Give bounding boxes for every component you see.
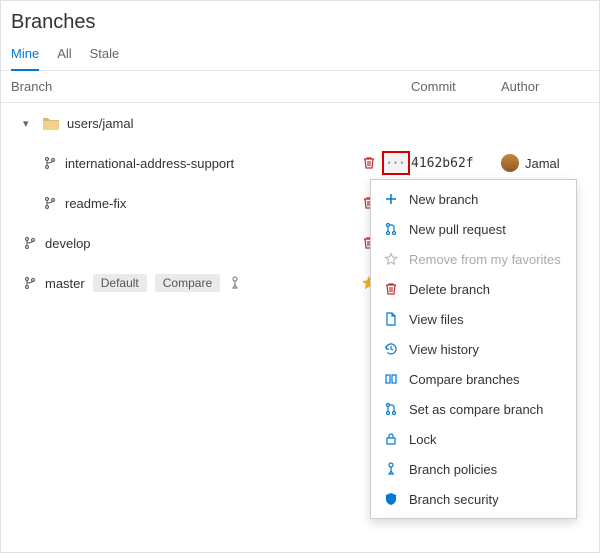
menu-label: Compare branches bbox=[409, 372, 520, 387]
more-actions-button[interactable]: ··· bbox=[382, 151, 410, 175]
tab-stale[interactable]: Stale bbox=[90, 40, 120, 70]
menu-label: Branch security bbox=[409, 492, 499, 507]
policy-icon bbox=[228, 276, 242, 290]
menu-new-pull-request[interactable]: New pull request bbox=[371, 214, 576, 244]
folder-icon bbox=[43, 116, 59, 130]
menu-label: Delete branch bbox=[409, 282, 490, 297]
header-author: Author bbox=[501, 79, 589, 94]
menu-branch-policies[interactable]: Branch policies bbox=[371, 454, 576, 484]
header-commit: Commit bbox=[411, 79, 501, 94]
shield-icon bbox=[383, 491, 399, 507]
menu-remove-favorite: Remove from my favorites bbox=[371, 244, 576, 274]
author-name: Jamal bbox=[525, 156, 560, 171]
lock-icon bbox=[383, 431, 399, 447]
tabs-bar: Mine All Stale bbox=[1, 40, 599, 71]
menu-branch-security[interactable]: Branch security bbox=[371, 484, 576, 514]
menu-new-branch[interactable]: New branch bbox=[371, 184, 576, 214]
folder-row[interactable]: ▾ users/jamal bbox=[1, 103, 599, 143]
branch-name: readme-fix bbox=[65, 196, 126, 211]
folder-name: users/jamal bbox=[67, 116, 133, 131]
default-badge: Default bbox=[93, 274, 147, 292]
menu-label: New pull request bbox=[409, 222, 506, 237]
menu-label: New branch bbox=[409, 192, 478, 207]
header-branch: Branch bbox=[11, 79, 356, 94]
policy-icon bbox=[383, 461, 399, 477]
star-outline-icon bbox=[383, 251, 399, 267]
compare-badge: Compare bbox=[155, 274, 220, 292]
branch-icon bbox=[23, 236, 37, 250]
menu-set-compare[interactable]: Set as compare branch bbox=[371, 394, 576, 424]
table-header: Branch Commit Author bbox=[1, 71, 599, 103]
trash-icon bbox=[383, 281, 399, 297]
branch-row-intl[interactable]: international-address-support ··· 4162b6… bbox=[1, 143, 599, 183]
file-icon bbox=[383, 311, 399, 327]
menu-label: View files bbox=[409, 312, 464, 327]
commit-hash[interactable]: 4162b62f bbox=[411, 156, 501, 171]
branch-icon bbox=[43, 156, 57, 170]
menu-label: Set as compare branch bbox=[409, 402, 543, 417]
branch-icon bbox=[23, 276, 37, 290]
menu-delete-branch[interactable]: Delete branch bbox=[371, 274, 576, 304]
branch-name: international-address-support bbox=[65, 156, 234, 171]
pull-request-icon bbox=[383, 221, 399, 237]
delete-icon[interactable] bbox=[362, 156, 376, 170]
compare-icon bbox=[383, 371, 399, 387]
branch-icon bbox=[43, 196, 57, 210]
tab-all[interactable]: All bbox=[57, 40, 71, 70]
menu-label: Lock bbox=[409, 432, 436, 447]
menu-label: Branch policies bbox=[409, 462, 497, 477]
avatar bbox=[501, 154, 519, 172]
history-icon bbox=[383, 341, 399, 357]
chevron-down-icon: ▾ bbox=[23, 117, 35, 130]
branch-name: master bbox=[45, 276, 85, 291]
set-compare-icon bbox=[383, 401, 399, 417]
tab-mine[interactable]: Mine bbox=[11, 40, 39, 71]
menu-label: Remove from my favorites bbox=[409, 252, 561, 267]
menu-label: View history bbox=[409, 342, 479, 357]
menu-view-history[interactable]: View history bbox=[371, 334, 576, 364]
menu-compare-branches[interactable]: Compare branches bbox=[371, 364, 576, 394]
menu-view-files[interactable]: View files bbox=[371, 304, 576, 334]
plus-icon bbox=[383, 191, 399, 207]
branch-name: develop bbox=[45, 236, 91, 251]
context-menu: New branch New pull request Remove from … bbox=[370, 179, 577, 519]
menu-lock[interactable]: Lock bbox=[371, 424, 576, 454]
page-title: Branches bbox=[1, 1, 599, 40]
